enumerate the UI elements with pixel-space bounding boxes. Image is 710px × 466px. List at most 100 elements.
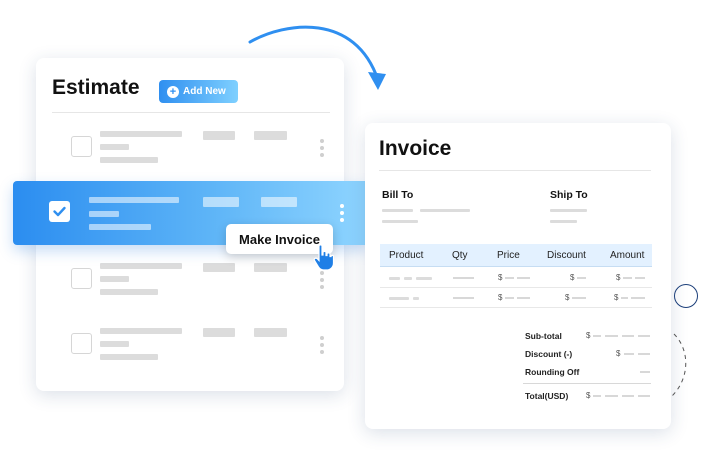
currency-symbol: $	[614, 293, 619, 302]
placeholder-line	[100, 157, 158, 163]
estimate-title: Estimate	[52, 76, 140, 99]
placeholder-cell	[605, 395, 618, 397]
placeholder-cell	[640, 371, 650, 373]
placeholder-cell	[254, 263, 287, 272]
placeholder-line	[100, 131, 182, 137]
column-header-price: Price	[497, 250, 520, 261]
total-usd-label: Total(USD)	[525, 391, 569, 401]
bill-to-label: Bill To	[382, 189, 414, 201]
estimate-row[interactable]	[36, 122, 344, 168]
kebab-menu-icon[interactable]	[340, 204, 346, 222]
add-new-button[interactable]: + Add New	[159, 80, 238, 103]
currency-symbol: $	[570, 273, 575, 282]
placeholder-cell	[453, 277, 474, 279]
placeholder-line	[550, 220, 577, 223]
row-checkbox-checked[interactable]	[49, 201, 70, 222]
kebab-menu-icon[interactable]	[320, 139, 326, 157]
placeholder-line	[89, 197, 179, 203]
placeholder-cell	[577, 277, 586, 279]
currency-symbol: $	[616, 349, 621, 358]
row-checkbox[interactable]	[71, 333, 92, 354]
placeholder-cell	[254, 131, 287, 140]
placeholder-cell	[624, 353, 634, 355]
hand-pointer-icon	[313, 244, 334, 271]
estimate-divider	[52, 112, 330, 113]
placeholder-line	[100, 263, 182, 269]
placeholder-cell	[505, 297, 514, 299]
placeholder-line	[100, 354, 158, 360]
placeholder-line	[100, 276, 129, 282]
kebab-menu-icon[interactable]	[320, 271, 326, 289]
subtotal-label: Sub-total	[525, 331, 562, 341]
placeholder-cell	[622, 395, 634, 397]
placeholder-cell	[638, 335, 650, 337]
placeholder-cell	[635, 277, 645, 279]
placeholder-cell	[203, 197, 239, 207]
placeholder-cell	[261, 197, 297, 207]
decorative-dashed-arc	[671, 333, 687, 397]
placeholder-cell	[453, 297, 474, 299]
placeholder-cell	[593, 395, 601, 397]
currency-symbol: $	[498, 293, 503, 302]
currency-symbol: $	[586, 391, 591, 400]
placeholder-line	[100, 328, 182, 334]
rounding-off-label: Rounding Off	[525, 367, 580, 377]
invoice-divider	[379, 170, 651, 171]
placeholder-cell	[203, 263, 235, 272]
add-new-label: Add New	[183, 86, 226, 97]
make-invoice-label: Make Invoice	[239, 231, 320, 247]
placeholder-cell	[254, 328, 287, 337]
row-checkbox[interactable]	[71, 136, 92, 157]
placeholder-line	[89, 211, 119, 217]
invoice-table-header: Product Qty Price Discount Amount	[380, 244, 652, 267]
column-header-discount: Discount	[547, 250, 586, 261]
checkmark-icon	[53, 206, 66, 217]
placeholder-line	[100, 289, 158, 295]
placeholder-cell	[605, 335, 618, 337]
invoice-card: Invoice Bill To Ship To Product Qty Pric…	[365, 123, 671, 429]
placeholder-line	[89, 224, 151, 230]
placeholder-line	[382, 220, 418, 223]
estimate-row[interactable]	[36, 254, 344, 300]
currency-symbol: $	[565, 293, 570, 302]
placeholder-cell	[622, 335, 634, 337]
column-header-amount: Amount	[610, 250, 645, 261]
placeholder-line	[420, 209, 470, 212]
decorative-circle	[674, 284, 698, 308]
invoice-table-row: $ $ $	[380, 268, 652, 288]
placeholder-cell	[389, 297, 409, 300]
placeholder-cell	[416, 277, 432, 280]
currency-symbol: $	[586, 331, 591, 340]
currency-symbol: $	[498, 273, 503, 282]
invoice-title: Invoice	[379, 137, 452, 160]
placeholder-cell	[203, 328, 235, 337]
row-checkbox[interactable]	[71, 268, 92, 289]
totals-divider	[523, 383, 651, 384]
placeholder-cell	[593, 335, 601, 337]
placeholder-line	[100, 341, 129, 347]
currency-symbol: $	[616, 273, 621, 282]
placeholder-cell	[638, 395, 650, 397]
placeholder-line	[382, 209, 413, 212]
kebab-menu-icon[interactable]	[320, 336, 326, 354]
placeholder-cell	[505, 277, 514, 279]
discount-label: Discount (-)	[525, 349, 573, 359]
placeholder-line	[550, 209, 587, 212]
placeholder-line	[100, 144, 129, 150]
placeholder-cell	[631, 297, 645, 299]
column-header-product: Product	[389, 250, 424, 261]
plus-circle-icon: +	[167, 85, 179, 98]
placeholder-cell	[517, 297, 530, 299]
invoice-table-row: $ $ $	[380, 288, 652, 308]
ship-to-label: Ship To	[550, 189, 588, 201]
placeholder-cell	[621, 297, 628, 299]
placeholder-cell	[638, 353, 650, 355]
placeholder-cell	[413, 297, 419, 300]
placeholder-cell	[623, 277, 632, 279]
placeholder-cell	[517, 277, 530, 279]
placeholder-cell	[203, 131, 235, 140]
placeholder-cell	[404, 277, 412, 280]
placeholder-cell	[389, 277, 400, 280]
placeholder-cell	[572, 297, 586, 299]
estimate-row[interactable]	[36, 319, 344, 365]
